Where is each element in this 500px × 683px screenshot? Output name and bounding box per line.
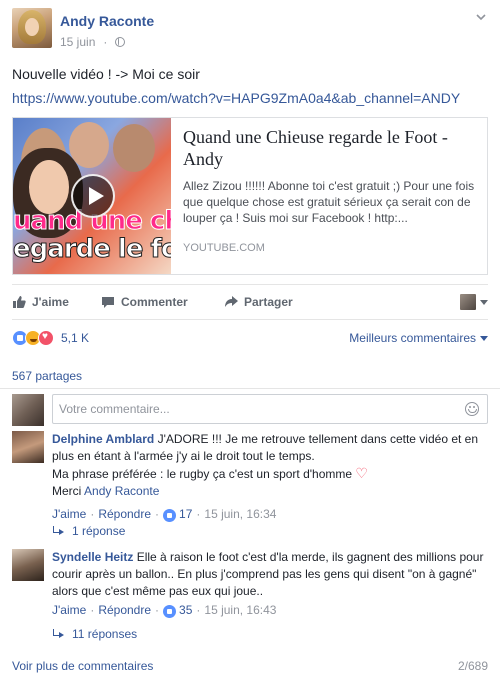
meta-separator: · bbox=[103, 35, 108, 49]
commenter-name[interactable]: Delphine Amblard bbox=[52, 432, 154, 446]
reactions-count[interactable]: 5,1 K bbox=[61, 331, 89, 345]
share-label: Partager bbox=[244, 295, 293, 309]
mention-link[interactable]: Andy Raconte bbox=[84, 484, 159, 498]
reply-arrow-icon bbox=[52, 629, 64, 639]
comment-like-link[interactable]: J'aime bbox=[52, 602, 86, 619]
author-name[interactable]: Andy Raconte bbox=[60, 13, 154, 29]
comment-time[interactable]: 15 juin, 16:43 bbox=[204, 602, 276, 619]
caret-down-icon bbox=[480, 299, 488, 305]
separator: · bbox=[155, 507, 160, 521]
emoji-icon[interactable] bbox=[465, 402, 479, 416]
comment: Delphine Amblard J'ADORE !!! Je me retro… bbox=[12, 431, 488, 531]
comment-pager: 2/689 bbox=[457, 659, 488, 673]
view-replies-link[interactable]: 11 réponses bbox=[52, 627, 137, 641]
like-icon bbox=[163, 509, 177, 522]
comment-actions: J'aime · Répondre · 35 · 15 juin, 16:43 bbox=[52, 602, 488, 619]
comment-text: Merci Andy Raconte bbox=[52, 483, 488, 500]
replies-count: 11 réponses bbox=[72, 627, 138, 641]
separator: · bbox=[196, 507, 201, 521]
preview-text: Quand une Chieuse regarde le Foot - Andy… bbox=[183, 126, 481, 226]
comment-reply-link[interactable]: Répondre bbox=[98, 506, 151, 523]
view-replies-link[interactable]: 1 réponse bbox=[52, 524, 125, 538]
comment-line: Ma phrase préférée : le rugby ça c'est u… bbox=[52, 467, 353, 481]
like-button[interactable]: J'aime bbox=[12, 295, 69, 309]
divider bbox=[0, 388, 500, 389]
comment: Syndelle Heitz Elle à raison le foot c'e… bbox=[12, 549, 488, 629]
profile-avatar bbox=[460, 294, 476, 310]
video-thumbnail[interactable]: uand une chieus egarde le foot bbox=[13, 118, 171, 274]
comment-actions: J'aime · Répondre · 17 · 15 juin, 16:34 bbox=[52, 506, 488, 523]
comment-text: Delphine Amblard J'ADORE !!! Je me retro… bbox=[52, 431, 488, 465]
comment-mention-prefix: Merci bbox=[52, 484, 82, 498]
thumb-person bbox=[113, 124, 155, 172]
comment-button[interactable]: Commenter bbox=[101, 295, 188, 309]
comment-input[interactable] bbox=[53, 395, 453, 423]
author-avatar[interactable] bbox=[12, 8, 52, 48]
comment-sort-dropdown[interactable]: Meilleurs commentaires bbox=[349, 331, 488, 345]
play-icon[interactable] bbox=[71, 174, 115, 218]
post-action-bar: J'aime Commenter Partager bbox=[12, 284, 488, 320]
preview-source: YOUTUBE.COM bbox=[183, 242, 265, 254]
current-user-avatar bbox=[12, 394, 44, 426]
post-text: Nouvelle vidéo ! -> Moi ce soir bbox=[12, 66, 200, 82]
chevron-down-icon[interactable] bbox=[474, 10, 488, 24]
comment-like-link[interactable]: J'aime bbox=[52, 506, 86, 523]
thumb-caption-bottom: egarde le foot bbox=[13, 234, 171, 265]
heart-icon: ♡ bbox=[355, 465, 368, 481]
comment-like-count[interactable]: 17 bbox=[179, 506, 192, 523]
commenter-avatar[interactable] bbox=[12, 431, 44, 463]
comment-body: Delphine Amblard J'ADORE !!! Je me retro… bbox=[52, 431, 488, 523]
love-icon bbox=[38, 330, 54, 346]
comment-icon bbox=[102, 297, 114, 308]
reply-arrow-icon bbox=[52, 526, 64, 536]
caret-down-icon bbox=[480, 335, 488, 341]
post-as-selector[interactable] bbox=[460, 294, 488, 310]
commenter-name[interactable]: Syndelle Heitz bbox=[52, 550, 133, 564]
post-meta: 15 juin · bbox=[60, 35, 126, 49]
preview-title[interactable]: Quand une Chieuse regarde le Foot - Andy bbox=[183, 126, 481, 170]
comment-text: Ma phrase préférée : le rugby ça c'est u… bbox=[52, 465, 488, 483]
comment-text: Syndelle Heitz Elle à raison le foot c'e… bbox=[52, 549, 488, 600]
post-date[interactable]: 15 juin bbox=[60, 35, 95, 49]
like-label: J'aime bbox=[32, 295, 69, 309]
comment-time[interactable]: 15 juin, 16:34 bbox=[204, 506, 276, 523]
more-comments-link[interactable]: Voir plus de commentaires bbox=[12, 659, 153, 673]
preview-description: Allez Zizou !!!!!! Abonne toi c'est grat… bbox=[183, 179, 475, 225]
comment-body: Syndelle Heitz Elle à raison le foot c'e… bbox=[52, 549, 488, 619]
replies-count: 1 réponse bbox=[72, 524, 126, 538]
share-icon bbox=[225, 296, 238, 307]
post-link[interactable]: https://www.youtube.com/watch?v=HAPG9ZmA… bbox=[12, 90, 460, 106]
share-button[interactable]: Partager bbox=[224, 295, 293, 309]
commenter-avatar[interactable] bbox=[12, 549, 44, 581]
globe-icon bbox=[115, 37, 126, 47]
comment-reply-link[interactable]: Répondre bbox=[98, 602, 151, 619]
thumbs-up-icon bbox=[13, 296, 26, 308]
separator: · bbox=[90, 603, 95, 617]
separator: · bbox=[196, 603, 201, 617]
link-preview[interactable]: uand une chieus egarde le foot Quand une… bbox=[12, 117, 488, 275]
comment-box[interactable] bbox=[52, 394, 488, 424]
comment-label: Commenter bbox=[121, 295, 188, 309]
reactions-summary[interactable]: 5,1 K Meilleurs commentaires bbox=[12, 330, 488, 346]
separator: · bbox=[90, 507, 95, 521]
comment-sort-label: Meilleurs commentaires bbox=[349, 331, 476, 345]
comment-like-count[interactable]: 35 bbox=[179, 602, 192, 619]
like-icon bbox=[163, 605, 177, 618]
separator: · bbox=[155, 603, 160, 617]
post-header: Andy Raconte 15 juin · bbox=[12, 8, 488, 50]
shares-count[interactable]: 567 partages bbox=[12, 369, 82, 383]
